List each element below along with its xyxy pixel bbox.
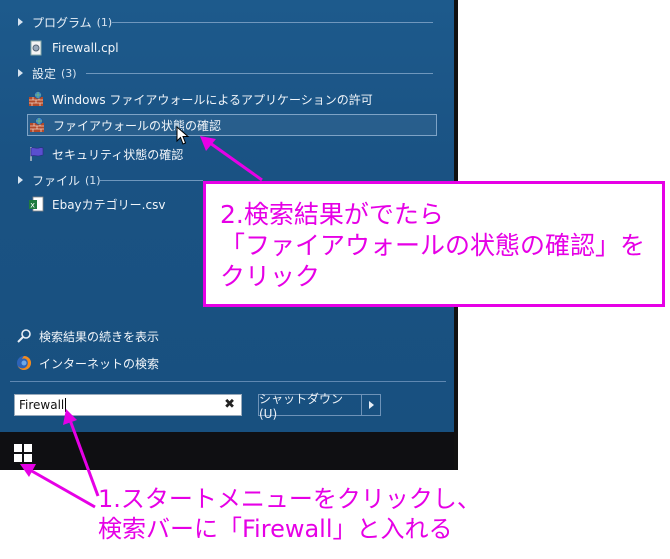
arrow-to-start [29, 468, 96, 509]
arrowhead-icon [200, 136, 216, 151]
arrow-to-item [209, 141, 263, 182]
arrow-to-search [68, 419, 100, 497]
annotation-arrows [20, 136, 263, 509]
